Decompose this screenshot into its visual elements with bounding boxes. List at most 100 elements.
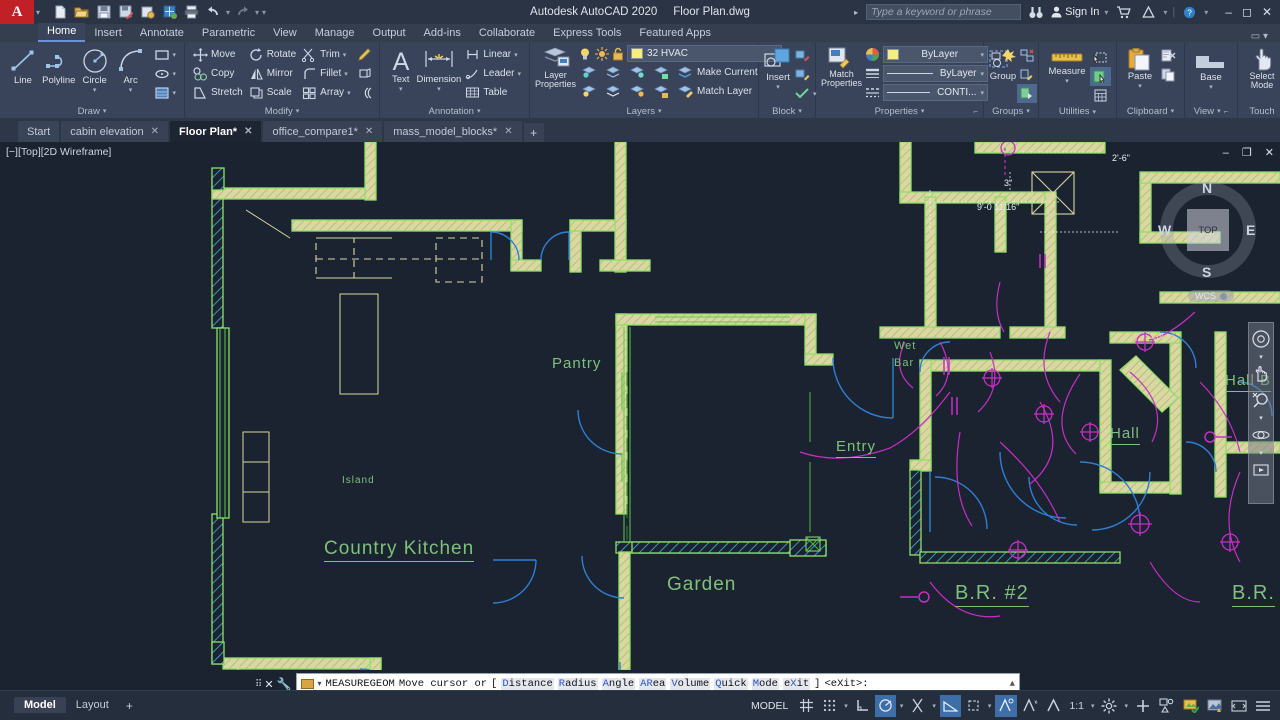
command-option-exit[interactable]: eXit bbox=[783, 678, 810, 690]
move-button[interactable]: Move bbox=[190, 45, 246, 64]
zoom-dropdown-icon[interactable]: ▾ bbox=[1259, 414, 1263, 421]
mirror-button[interactable]: Mirror bbox=[246, 64, 299, 83]
object-color-icon[interactable] bbox=[865, 47, 880, 62]
plot-preview-icon[interactable] bbox=[138, 3, 157, 22]
layer-off-icon[interactable] bbox=[602, 63, 625, 82]
close-icon[interactable]: ✕ bbox=[504, 126, 512, 137]
leader-dropdown-icon[interactable]: ▾ bbox=[517, 70, 521, 78]
panel-title-view[interactable]: View ▾ ⌐ bbox=[1185, 104, 1237, 118]
text-dropdown-icon[interactable]: ▾ bbox=[399, 85, 403, 93]
view-panel-expand-icon[interactable]: ⌐ bbox=[1224, 107, 1229, 116]
quick-access-caret-icon[interactable]: ▾ bbox=[36, 8, 40, 17]
quick-select-icon[interactable] bbox=[1090, 48, 1111, 67]
zoom-icon[interactable] bbox=[1250, 388, 1272, 412]
ribbon-tab-collaborate[interactable]: Collaborate bbox=[470, 25, 544, 42]
annotation-scale-value[interactable]: 1:1 bbox=[1066, 695, 1087, 717]
panel-title-modify[interactable]: Modify ▾ bbox=[185, 104, 379, 118]
layer-unlock-icon[interactable] bbox=[650, 82, 673, 101]
fillet-dropdown-icon[interactable]: ▾ bbox=[344, 70, 348, 78]
layer-freeze-icon[interactable] bbox=[595, 47, 609, 61]
scale-button[interactable]: Scale bbox=[246, 83, 299, 102]
groups-panel-caret-icon[interactable]: ▾ bbox=[1026, 107, 1030, 115]
redo-dropdown-icon[interactable]: ▾ bbox=[255, 8, 259, 17]
annotation-panel-caret-icon[interactable]: ▾ bbox=[477, 107, 481, 115]
layer-turn-all-on-icon[interactable] bbox=[602, 82, 625, 101]
properties-panel-caret-icon[interactable]: ▾ bbox=[921, 107, 925, 115]
paste-dropdown-icon[interactable]: ▾ bbox=[1138, 82, 1142, 90]
linear-dropdown-icon[interactable]: ▾ bbox=[514, 51, 518, 59]
view-cube-top-face[interactable]: TOP bbox=[1187, 209, 1229, 251]
ellipse-button[interactable]: ▾ bbox=[151, 64, 180, 83]
modify-panel-caret-icon[interactable]: ▾ bbox=[296, 107, 300, 115]
command-option-angle[interactable]: Angle bbox=[602, 678, 636, 690]
measure-dropdown-icon[interactable]: ▾ bbox=[1065, 77, 1069, 85]
orbit-icon[interactable] bbox=[1250, 423, 1272, 447]
undo-icon[interactable] bbox=[204, 3, 223, 22]
ortho-mode-icon[interactable] bbox=[852, 695, 873, 717]
layout-tab-layout[interactable]: Layout bbox=[66, 697, 119, 713]
compass-south-label[interactable]: S bbox=[1202, 264, 1211, 280]
search-input[interactable]: Type a keyword or phrase bbox=[866, 4, 1021, 20]
qat-overflow-icon[interactable]: ▾ bbox=[262, 8, 266, 17]
match-layer-button[interactable]: Match Layer bbox=[674, 82, 755, 101]
file-tab-floor-plan[interactable]: Floor Plan* ✕ bbox=[170, 121, 261, 142]
rectangle-button[interactable]: ▾ bbox=[151, 45, 180, 64]
compass-west-label[interactable]: W bbox=[1158, 222, 1171, 238]
quick-calc-select-icon[interactable] bbox=[1090, 67, 1111, 86]
layers-panel-caret-icon[interactable]: ▾ bbox=[658, 107, 662, 115]
new-file-tab-button[interactable]: + bbox=[524, 123, 544, 142]
otrack-icon[interactable] bbox=[940, 695, 961, 717]
layer-on-icon[interactable] bbox=[578, 47, 592, 61]
undo-dropdown-icon[interactable]: ▾ bbox=[226, 8, 230, 17]
open-file-icon[interactable] bbox=[72, 3, 91, 22]
erase-button[interactable] bbox=[354, 45, 376, 64]
steering-wheel-dropdown-icon[interactable]: ▾ bbox=[1259, 353, 1263, 360]
dynamic-ucs-icon[interactable] bbox=[963, 695, 984, 717]
dimension-button[interactable]: Dimension ▾ bbox=[416, 45, 461, 93]
polar-dropdown-icon[interactable]: ▾ bbox=[898, 702, 906, 710]
clipboard-panel-caret-icon[interactable]: ▾ bbox=[1171, 107, 1175, 115]
hatch-dropdown-icon[interactable]: ▾ bbox=[173, 89, 177, 97]
measure-button[interactable]: Measure ▾ bbox=[1044, 48, 1090, 85]
linear-dimension-button[interactable]: Linear ▾ bbox=[462, 45, 524, 64]
layer-lock-layer-icon[interactable] bbox=[650, 63, 673, 82]
panel-title-groups[interactable]: Groups ▾ bbox=[984, 104, 1038, 118]
ribbon-tab-express-tools[interactable]: Express Tools bbox=[544, 25, 630, 42]
text-button[interactable]: A Text ▾ bbox=[385, 45, 416, 93]
panel-title-clipboard[interactable]: Clipboard ▾ bbox=[1117, 104, 1184, 118]
clean-screen-icon[interactable] bbox=[1228, 695, 1250, 717]
add-tool-icon[interactable] bbox=[1132, 695, 1154, 717]
polyline-button[interactable]: Polyline bbox=[41, 45, 77, 86]
arc-button[interactable]: Arc ▾ bbox=[113, 45, 149, 94]
application-menu-button[interactable]: A bbox=[0, 0, 34, 24]
file-tab-mass-model-blocks[interactable]: mass_model_blocks* ✕ bbox=[384, 121, 521, 142]
sign-in-button[interactable]: Sign In bbox=[1051, 6, 1099, 18]
layout-tab-model[interactable]: Model bbox=[14, 697, 66, 713]
osnap-dropdown-icon[interactable]: ▾ bbox=[930, 702, 938, 710]
workspace-switching-icon[interactable] bbox=[1098, 695, 1120, 717]
object-snap-icon[interactable] bbox=[907, 695, 928, 717]
panel-title-annotation[interactable]: Annotation ▾ bbox=[380, 104, 529, 118]
layer-properties-button[interactable]: LayerProperties bbox=[535, 44, 576, 90]
help-icon[interactable]: ? bbox=[1180, 6, 1199, 19]
web-save-icon[interactable] bbox=[160, 3, 179, 22]
panel-title-utilities[interactable]: Utilities ▾ bbox=[1039, 105, 1116, 118]
file-tab-office-compare1[interactable]: office_compare1* ✕ bbox=[263, 121, 382, 142]
base-dropdown-icon[interactable]: ▾ bbox=[1209, 83, 1213, 91]
command-option-radius[interactable]: Radius bbox=[558, 678, 598, 690]
hatch-button[interactable]: ▾ bbox=[151, 83, 180, 102]
autodesk-account-icon[interactable] bbox=[1139, 6, 1158, 18]
layer-isolate-icon[interactable] bbox=[578, 63, 601, 82]
command-options-caret-icon[interactable]: ▾ bbox=[318, 679, 322, 689]
view-panel-caret-icon[interactable]: ▾ bbox=[1217, 107, 1221, 115]
stretch-button[interactable]: Stretch bbox=[190, 83, 246, 102]
base-view-button[interactable]: Base ▾ bbox=[1190, 48, 1232, 91]
drawing-canvas[interactable]: [−][Top][2D Wireframe] ‒ ❐ ✕ bbox=[0, 142, 1280, 670]
properties-dialog-launcher[interactable]: ⌐ bbox=[973, 107, 978, 116]
arc-dropdown-icon[interactable]: ▾ bbox=[129, 86, 133, 94]
account-dropdown-icon[interactable]: ▾ bbox=[1163, 8, 1167, 17]
cut-icon[interactable] bbox=[1158, 46, 1179, 65]
linetype-combo[interactable]: CONTI... ▾ bbox=[883, 84, 988, 101]
utilities-panel-caret-icon[interactable]: ▾ bbox=[1093, 108, 1097, 116]
ungroup-icon[interactable] bbox=[1017, 46, 1037, 65]
